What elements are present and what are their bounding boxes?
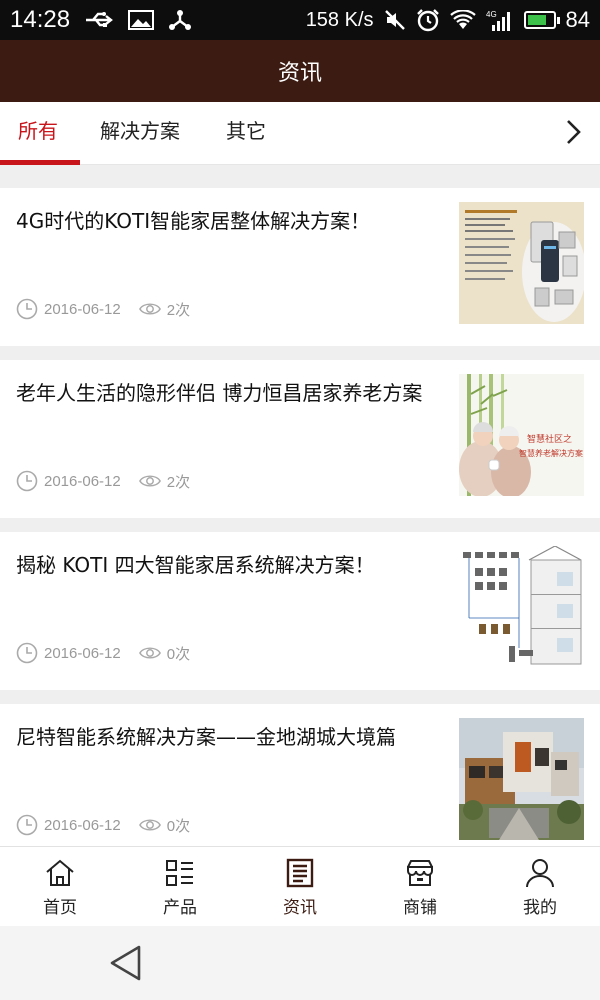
- page-title: 资讯: [277, 61, 322, 86]
- battery-icon: [523, 11, 560, 29]
- svg-text:4G: 4G: [486, 10, 497, 19]
- usb-icon: [86, 12, 113, 27]
- nav-label: 我的: [523, 898, 557, 918]
- tab-solutions[interactable]: 解决方案: [82, 102, 198, 164]
- article-title[interactable]: 老年人生活的隐形伴侣 博力恒昌居家养老方案: [16, 380, 426, 406]
- category-tabs: 所有 解决方案 其它: [0, 102, 600, 165]
- eye-icon: [138, 303, 161, 315]
- eye-icon: [138, 647, 161, 659]
- article-views: 0次: [166, 817, 191, 835]
- article-meta: 2016-06-12 2次: [16, 470, 190, 492]
- eye-icon: [138, 475, 161, 487]
- article-date: 2016-06-12: [44, 472, 121, 490]
- tab-all[interactable]: 所有: [0, 102, 76, 164]
- active-tab-indicator: [0, 160, 80, 165]
- article-thumbnail[interactable]: [459, 202, 584, 324]
- article-title[interactable]: 揭秘 KOTI 四大智能家居系统解决方案！: [16, 552, 426, 578]
- eye-icon: [138, 819, 161, 831]
- page-header: 资讯: [0, 40, 600, 102]
- article-views: 2次: [166, 473, 191, 491]
- nav-store[interactable]: 商铺: [360, 847, 480, 927]
- nav-label: 资讯: [283, 898, 317, 918]
- nav-profile[interactable]: 我的: [480, 847, 600, 927]
- product-list-icon: [166, 860, 193, 886]
- article-title[interactable]: 4G时代的KOTI智能家居整体解决方案！: [16, 208, 426, 234]
- nav-products[interactable]: 产品: [120, 847, 240, 927]
- article-meta: 2016-06-12 2次: [16, 298, 190, 320]
- signal-4g-icon: 4G: [486, 10, 510, 31]
- article-item[interactable]: 揭秘 KOTI 四大智能家居系统解决方案！ 2016-06-12 0次: [0, 532, 600, 690]
- article-item[interactable]: 尼特智能系统解决方案——金地湖城大境篇 2016-06-12 0次: [0, 704, 600, 862]
- article-date: 2016-06-12: [44, 816, 121, 834]
- thumb-caption-2: 智慧养老解决方案: [519, 448, 583, 458]
- bottom-navigation: 首页 产品 资讯 商铺 我的: [0, 846, 600, 927]
- article-views: 2次: [166, 301, 191, 319]
- article-title[interactable]: 尼特智能系统解决方案——金地湖城大境篇: [16, 724, 426, 750]
- article-meta: 2016-06-12 0次: [16, 814, 190, 836]
- article-item[interactable]: 4G时代的KOTI智能家居整体解决方案！ 2016-06-12 2次: [0, 188, 600, 346]
- mute-icon: [384, 10, 405, 30]
- wifi-icon: [449, 10, 476, 29]
- user-icon: [526, 859, 554, 888]
- article-date: 2016-06-12: [44, 644, 121, 662]
- article-date: 2016-06-12: [44, 300, 121, 318]
- nav-home[interactable]: 首页: [0, 847, 120, 927]
- clock-icon: [16, 814, 38, 836]
- status-time: 14:28: [10, 6, 71, 33]
- home-icon: [46, 859, 74, 886]
- clock-icon: [16, 470, 38, 492]
- tab-other[interactable]: 其它: [208, 102, 284, 164]
- nav-label: 商铺: [403, 898, 437, 918]
- store-icon: [407, 860, 433, 886]
- article-thumbnail[interactable]: [459, 718, 584, 840]
- battery-level: 84: [565, 7, 590, 32]
- network-speed: 158 K/s: [305, 8, 374, 31]
- article-item[interactable]: 老年人生活的隐形伴侣 博力恒昌居家养老方案 2016-06-12 2次 智慧社区…: [0, 360, 600, 518]
- article-thumbnail[interactable]: [459, 546, 584, 668]
- nav-news[interactable]: 资讯: [240, 847, 360, 927]
- thumb-caption-1: 智慧社区之: [527, 433, 572, 445]
- article-meta: 2016-06-12 0次: [16, 642, 190, 664]
- nav-label: 产品: [163, 898, 197, 918]
- article-views: 0次: [166, 645, 191, 663]
- alarm-icon: [416, 9, 439, 32]
- clock-icon: [16, 298, 38, 320]
- article-thumbnail[interactable]: 智慧社区之 智慧养老解决方案: [459, 374, 584, 496]
- back-triangle-icon[interactable]: [108, 944, 142, 982]
- status-bar: 14:28 158 K/s 4G 84: [0, 0, 600, 40]
- share-network-icon: [169, 10, 192, 30]
- clock-icon: [16, 642, 38, 664]
- chevron-right-icon[interactable]: [558, 116, 590, 148]
- system-navigation-bar: [0, 926, 600, 1000]
- image-icon: [128, 10, 155, 30]
- nav-label: 首页: [43, 898, 77, 918]
- news-icon: [286, 858, 314, 888]
